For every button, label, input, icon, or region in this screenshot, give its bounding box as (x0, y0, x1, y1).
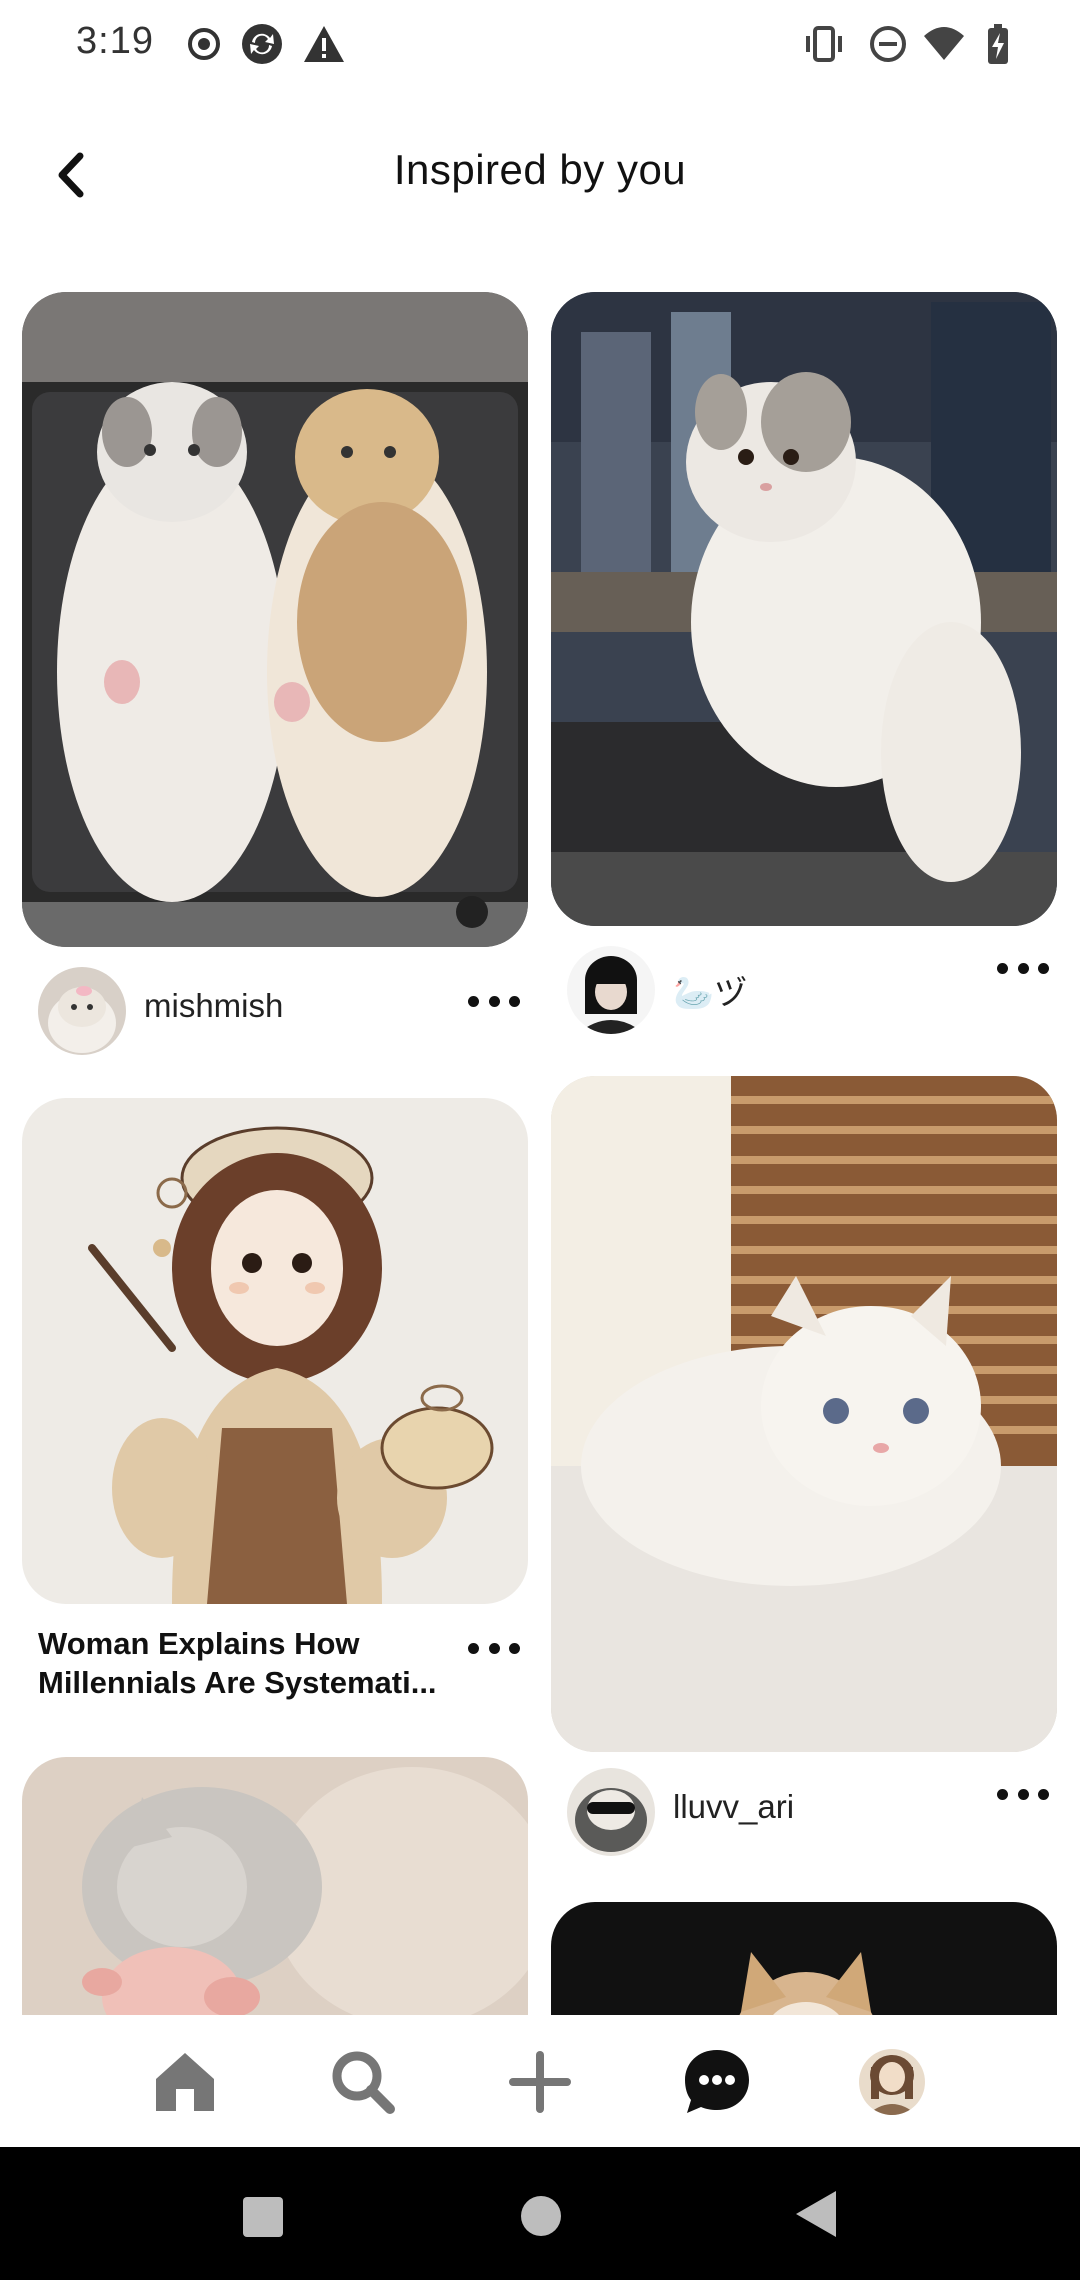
more-options-button[interactable] (991, 948, 1055, 988)
author-name[interactable]: 🦢ヅ (673, 966, 747, 1014)
sync-icon (240, 22, 284, 66)
pin-card[interactable] (22, 1757, 528, 2015)
pin-image[interactable] (22, 1098, 528, 1604)
author-avatar[interactable] (567, 1768, 655, 1856)
status-time: 3:19 (76, 20, 154, 62)
pin-card[interactable]: Woman Explains How Millennials Are Syste… (22, 1098, 528, 1738)
pin-card[interactable]: mishmish (22, 292, 528, 1072)
triangle-back-icon (796, 2191, 836, 2237)
do-not-disturb-icon (866, 22, 910, 66)
home-tab[interactable] (150, 2047, 220, 2117)
profile-tab[interactable] (857, 2047, 927, 2117)
home-button[interactable] (520, 2195, 562, 2237)
pin-image[interactable] (551, 1076, 1057, 1752)
more-options-button[interactable] (462, 1628, 526, 1668)
warning-icon (302, 22, 346, 66)
battery-charging-icon (976, 22, 1020, 66)
system-navigation-bar (0, 2147, 1080, 2280)
create-tab[interactable] (505, 2047, 575, 2117)
pin-meta: lluvv_ari (551, 1752, 1057, 1876)
page-title: Inspired by you (393, 146, 687, 193)
record-icon (182, 22, 226, 66)
home-icon (156, 2053, 214, 2111)
vibrate-icon (802, 22, 846, 66)
pin-title[interactable]: Woman Explains How Millennials Are Syste… (38, 1624, 458, 1702)
messages-icon (685, 2050, 749, 2113)
pin-image[interactable] (22, 292, 528, 947)
author-avatar[interactable] (38, 967, 126, 1055)
square-icon (243, 2197, 283, 2237)
pin-meta: mishmish (22, 947, 528, 1067)
wifi-icon (922, 22, 966, 66)
header: Inspired by you (0, 120, 1080, 230)
bottom-navigation (0, 2015, 1080, 2147)
pin-image[interactable] (22, 1757, 528, 2015)
circle-icon (521, 2196, 561, 2236)
more-options-button[interactable] (991, 1774, 1055, 1814)
pin-card[interactable]: 🦢ヅ (551, 292, 1057, 1052)
create-icon (509, 2051, 571, 2113)
pin-meta: 🦢ヅ (551, 926, 1057, 1046)
pin-image[interactable] (551, 292, 1057, 926)
recents-button[interactable] (243, 2197, 283, 2237)
pin-image[interactable] (551, 1902, 1057, 2015)
search-icon (332, 2051, 395, 2114)
profile-avatar (859, 2049, 925, 2115)
back-button[interactable] (796, 2191, 836, 2237)
pin-card[interactable]: lluvv_ari (551, 1076, 1057, 1876)
messages-tab[interactable] (682, 2047, 752, 2117)
pin-card[interactable] (551, 1902, 1057, 2015)
pin-meta: Woman Explains How Millennials Are Syste… (22, 1604, 528, 1738)
search-tab[interactable] (328, 2047, 398, 2117)
author-name[interactable]: mishmish (144, 987, 283, 1025)
more-options-button[interactable] (462, 981, 526, 1021)
author-avatar[interactable] (567, 946, 655, 1034)
pin-feed[interactable]: mishmish 🦢ヅ Woman Explains How Millennia… (0, 290, 1080, 2015)
status-bar: 3:19 (0, 0, 1080, 86)
author-name[interactable]: lluvv_ari (673, 1788, 794, 1826)
